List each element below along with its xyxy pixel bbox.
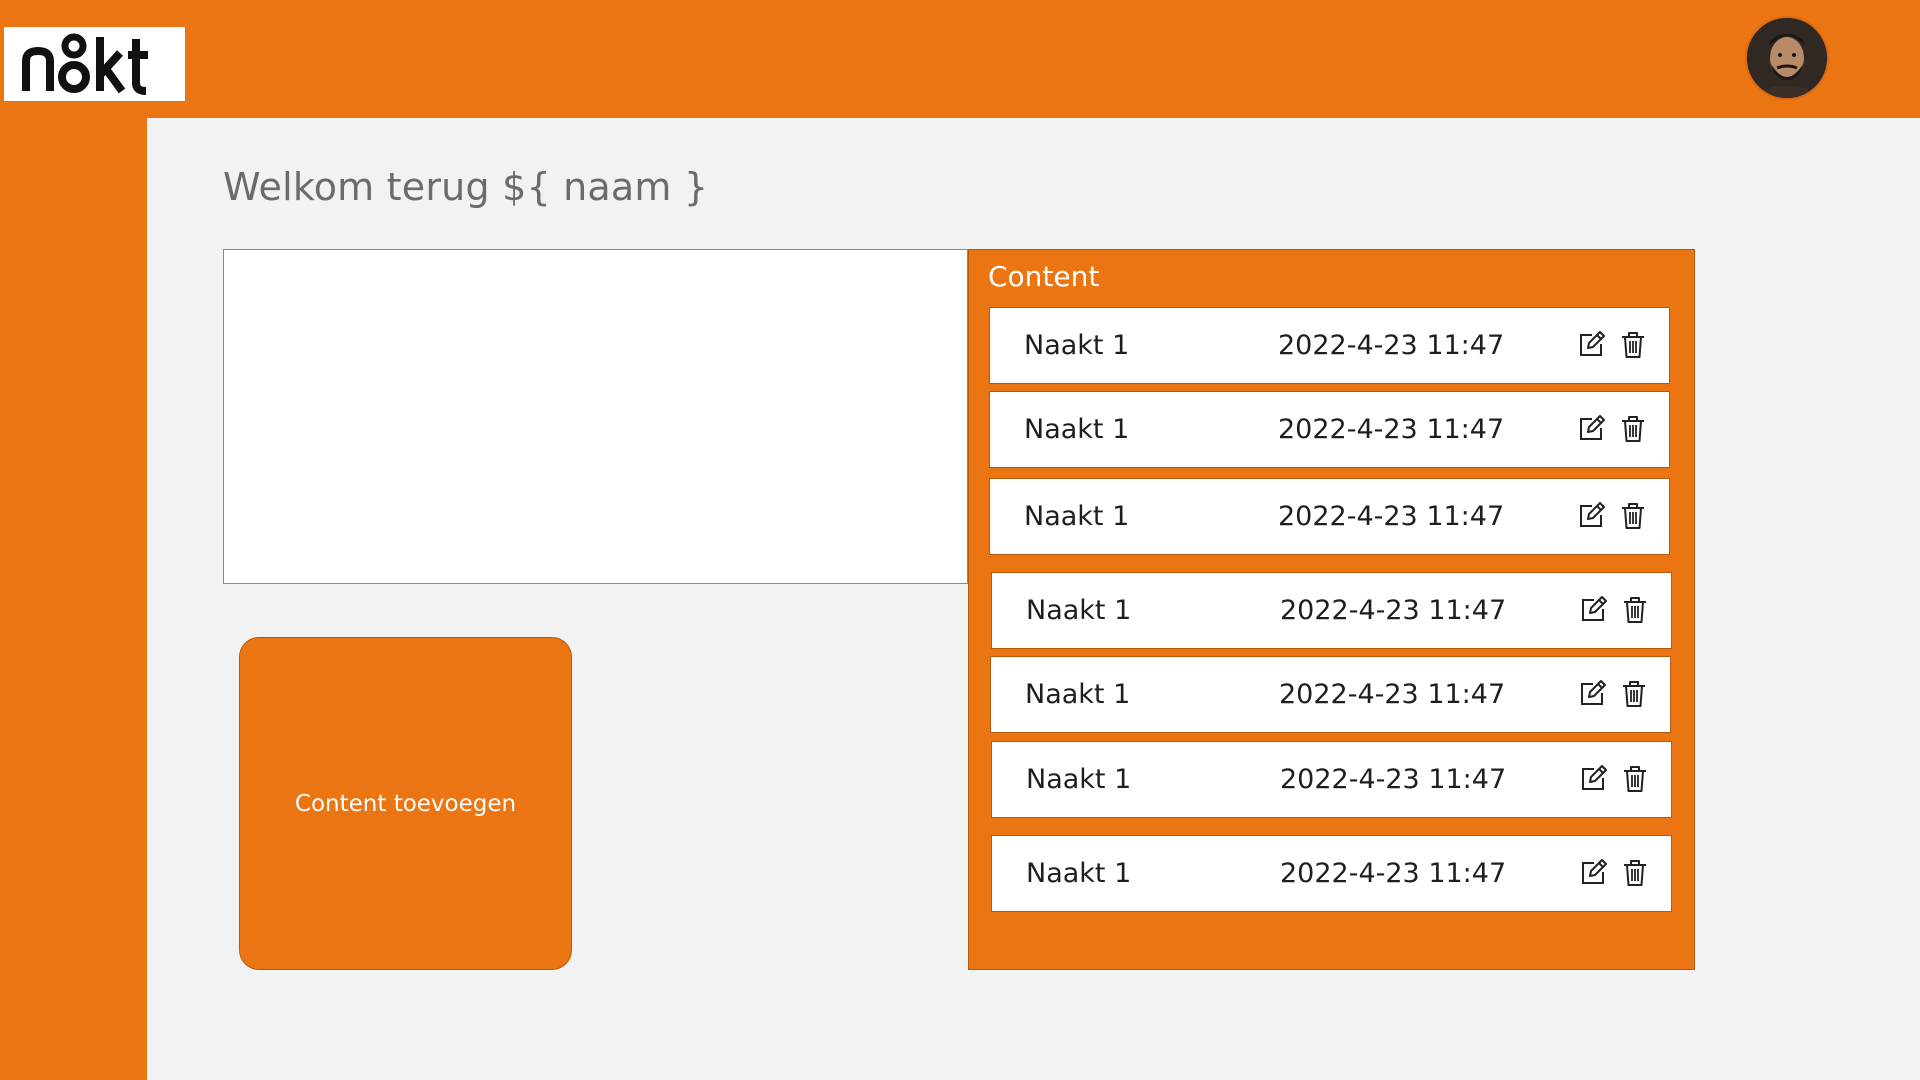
user-avatar[interactable] xyxy=(1745,16,1829,100)
trash-icon[interactable] xyxy=(1619,679,1649,709)
content-row-date: 2022-4-23 11:47 xyxy=(1278,501,1505,532)
content-row[interactable]: Naakt 1 2022-4-23 11:47 xyxy=(991,572,1672,649)
top-header xyxy=(0,0,1920,119)
add-content-button[interactable]: Content toevoegen xyxy=(239,637,572,970)
trash-icon[interactable] xyxy=(1620,595,1650,625)
trash-icon[interactable] xyxy=(1618,330,1648,360)
add-content-label: Content toevoegen xyxy=(294,790,517,817)
trash-icon[interactable] xyxy=(1618,501,1648,531)
content-row-name: Naakt 1 xyxy=(1026,595,1132,626)
content-row[interactable]: Naakt 1 2022-4-23 11:47 xyxy=(989,307,1670,384)
content-row-date: 2022-4-23 11:47 xyxy=(1280,764,1507,795)
trash-icon[interactable] xyxy=(1620,858,1650,888)
content-row[interactable]: Naakt 1 2022-4-23 11:47 xyxy=(991,835,1672,912)
edit-icon[interactable] xyxy=(1578,858,1608,888)
content-row[interactable]: Naakt 1 2022-4-23 11:47 xyxy=(991,741,1672,818)
edit-icon[interactable] xyxy=(1578,764,1608,794)
content-row-name: Naakt 1 xyxy=(1025,679,1131,710)
content-row[interactable]: Naakt 1 2022-4-23 11:47 xyxy=(990,656,1671,733)
preview-panel xyxy=(223,249,968,584)
content-row[interactable]: Naakt 1 2022-4-23 11:47 xyxy=(989,391,1670,468)
content-panel: Content Naakt 1 2022-4-23 11:47 Naakt 1 … xyxy=(968,249,1695,970)
naakt-logo-icon xyxy=(22,33,148,95)
edit-icon[interactable] xyxy=(1576,330,1606,360)
welcome-heading: Welkom terug ${ naam } xyxy=(223,165,709,209)
content-row-date: 2022-4-23 11:47 xyxy=(1280,595,1507,626)
avatar-icon xyxy=(1747,18,1827,98)
content-row-name: Naakt 1 xyxy=(1026,858,1132,889)
content-row-name: Naakt 1 xyxy=(1024,330,1130,361)
logo[interactable] xyxy=(4,27,185,101)
trash-icon[interactable] xyxy=(1620,764,1650,794)
content-row-name: Naakt 1 xyxy=(1026,764,1132,795)
edit-icon[interactable] xyxy=(1578,595,1608,625)
content-row-date: 2022-4-23 11:47 xyxy=(1279,679,1506,710)
content-row-date: 2022-4-23 11:47 xyxy=(1280,858,1507,889)
edit-icon[interactable] xyxy=(1576,414,1606,444)
edit-icon[interactable] xyxy=(1576,501,1606,531)
content-row-date: 2022-4-23 11:47 xyxy=(1278,414,1505,445)
edit-icon[interactable] xyxy=(1577,679,1607,709)
content-row[interactable]: Naakt 1 2022-4-23 11:47 xyxy=(989,478,1670,555)
content-row-date: 2022-4-23 11:47 xyxy=(1278,330,1505,361)
trash-icon[interactable] xyxy=(1618,414,1648,444)
content-row-name: Naakt 1 xyxy=(1024,414,1130,445)
content-panel-title: Content xyxy=(988,260,1100,293)
content-row-name: Naakt 1 xyxy=(1024,501,1130,532)
sidebar xyxy=(0,118,148,1080)
